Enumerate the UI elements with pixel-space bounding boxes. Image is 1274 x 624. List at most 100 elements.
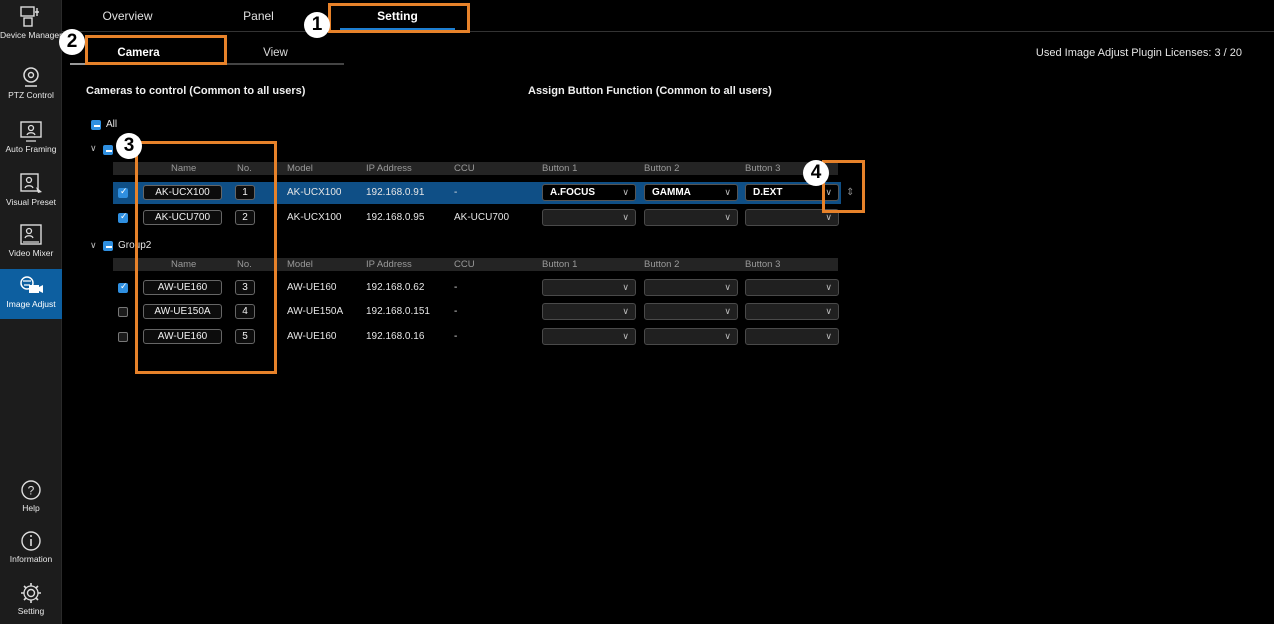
button3-select[interactable]: ∨ [745,328,839,345]
video-mixer-icon [20,224,42,245]
col-model: Model [287,259,313,270]
sidebar-item-setting[interactable]: Setting [0,580,62,624]
chevron-down-icon: ∨ [724,306,731,316]
sidebar-item-image-adjust[interactable]: Image Adjust [0,269,62,319]
button2-select[interactable]: ∨ [644,279,738,296]
ccu-cell: AK-UCU700 [454,212,510,223]
annotation-box-4 [822,160,865,213]
sidebar-item-label: Information [9,554,53,564]
cameras-section-title: Cameras to control (Common to all users) [86,85,306,97]
sidebar-item-label: Setting [17,606,45,616]
tab-overview[interactable]: Overview [62,0,193,28]
button2-select[interactable]: ∨ [644,303,738,320]
assign-section-title: Assign Button Function (Common to all us… [528,85,772,97]
row-checkbox[interactable] [118,332,128,342]
button2-select[interactable]: GAMMA ∨ [644,184,738,201]
chevron-down-icon: ∨ [622,187,629,197]
chevron-down-icon: ∨ [622,331,629,341]
sidebar-item-label: Video Mixer [8,248,54,258]
row-checkbox[interactable] [118,307,128,317]
annotation-marker-3: 3 [116,133,142,159]
chevron-down-icon: ∨ [622,282,629,292]
sidebar-item-label: Auto Framing [5,144,57,154]
information-icon [21,531,41,551]
image-adjust-icon [20,276,43,293]
gear-icon [21,583,41,603]
sidebar-item-label: Visual Preset [6,197,56,207]
col-ccu: CCU [454,259,475,270]
ip-cell: 192.168.0.62 [366,282,425,293]
button1-select[interactable]: ∨ [542,279,636,296]
chevron-down-icon: ∨ [724,187,731,197]
group2-checkbox[interactable] [103,241,113,251]
sidebar-item-visual-preset[interactable]: Visual Preset [0,171,62,221]
sidebar-item-label: Device Manager [0,30,62,40]
annotation-marker-2: 2 [59,29,85,55]
button3-select[interactable]: ∨ [745,279,839,296]
sidebar-item-help[interactable]: ? Help [0,477,62,527]
chevron-down-icon: ∨ [622,212,629,222]
chevron-down-icon: ∨ [724,331,731,341]
button1-select[interactable]: ∨ [542,328,636,345]
model-cell: AW-UE160 [287,331,337,342]
col-button3: Button 3 [745,259,781,270]
model-cell: AK-UCX100 [287,212,342,223]
annotation-marker-4: 4 [803,160,829,186]
group1-checkbox[interactable] [103,145,113,155]
chevron-down-icon: ∨ [825,306,832,316]
all-label: All [106,119,118,130]
row-checkbox[interactable] [118,281,128,293]
button2-select[interactable]: ∨ [644,328,738,345]
device-manager-icon [20,6,39,27]
col-button1: Button 1 [542,259,578,270]
chevron-down-icon: ∨ [622,306,629,316]
sidebar-item-ptz-control[interactable]: PTZ Control [0,64,62,114]
sidebar-item-auto-framing[interactable]: Auto Framing [0,118,62,168]
col-ip: IP Address [366,259,412,270]
button3-select[interactable]: ∨ [745,303,839,320]
annotation-box-1 [328,3,470,33]
col-button3: Button 3 [745,163,781,174]
sidebar-item-video-mixer[interactable]: Video Mixer [0,222,62,272]
tab-view[interactable]: View [207,41,344,65]
col-ccu: CCU [454,163,475,174]
license-count: Used Image Adjust Plugin Licenses: 3 / 2… [1035,47,1242,59]
sidebar-item-device-manager[interactable]: Device Manager [0,4,62,54]
button1-select[interactable]: ∨ [542,303,636,320]
chevron-down-icon[interactable]: ∨ [90,143,97,154]
button1-value: A.FOCUS [550,187,595,198]
sidebar-item-label: Image Adjust [6,299,56,309]
visual-preset-icon [20,173,42,193]
model-cell: AK-UCX100 [287,187,342,198]
button1-select[interactable]: A.FOCUS ∨ [542,184,636,201]
col-ip: IP Address [366,163,412,174]
ip-cell: 192.168.0.95 [366,212,425,223]
ccu-cell: - [454,282,458,293]
row-checkbox[interactable] [118,186,128,198]
col-model: Model [287,163,313,174]
sidebar: Device Manager PTZ Control Auto Framing … [0,0,62,624]
auto-framing-icon [20,121,42,142]
ip-cell: 192.168.0.91 [366,187,425,198]
chevron-down-icon: ∨ [724,212,731,222]
divider [62,31,1274,32]
svg-text:?: ? [28,484,35,498]
all-checkbox[interactable] [91,120,101,130]
button2-select[interactable]: ∨ [644,209,738,226]
row-checkbox[interactable] [118,211,128,223]
button3-value: D.EXT [753,187,783,198]
button1-select[interactable]: ∨ [542,209,636,226]
sidebar-item-label: Help [22,503,40,513]
sidebar-item-information[interactable]: Information [0,528,62,578]
ip-cell: 192.168.0.151 [366,306,430,317]
col-button2: Button 2 [644,163,680,174]
ip-cell: 192.168.0.16 [366,331,425,342]
col-button2: Button 2 [644,259,680,270]
ccu-cell: - [454,331,458,342]
chevron-down-icon: ∨ [825,282,832,292]
model-cell: AW-UE150A [287,306,344,317]
ccu-cell: - [454,187,458,198]
chevron-down-icon: ∨ [825,331,832,341]
chevron-down-icon[interactable]: ∨ [90,240,97,251]
button2-value: GAMMA [652,187,691,198]
